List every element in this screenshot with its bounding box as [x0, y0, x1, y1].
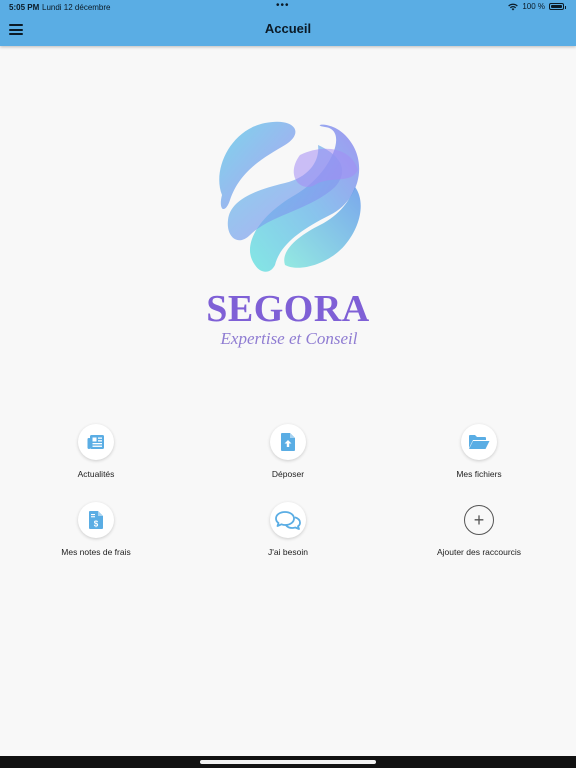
svg-text:$: $ [94, 520, 99, 529]
status-right: 100 % [508, 2, 566, 11]
shortcut-deposer[interactable]: Déposer [208, 424, 368, 479]
battery-percentage: 100 % [522, 2, 545, 11]
shortcut-label: J'ai besoin [268, 547, 308, 557]
brand-name: SEGORA [206, 288, 370, 330]
add-shortcut-button[interactable]: + Ajouter des raccourcis [399, 502, 559, 557]
file-upload-icon [270, 424, 306, 460]
home-indicator[interactable] [200, 760, 376, 764]
shortcut-notes-de-frais[interactable]: $ Mes notes de frais [16, 502, 176, 557]
shortcut-label: Déposer [271, 469, 305, 479]
newspaper-icon [78, 424, 114, 460]
status-time: 5:05 PM [9, 3, 40, 12]
navigation-bar: 5:05 PM Lundi 12 décembre ••• 100 % Accu… [0, 0, 576, 46]
shortcut-label: Ajouter des raccourcis [436, 547, 522, 557]
shortcut-jai-besoin[interactable]: J'ai besoin [208, 502, 368, 557]
shortcut-mes-fichiers[interactable]: Mes fichiers [399, 424, 559, 479]
shortcut-label: Mes fichiers [456, 469, 502, 479]
battery-icon [549, 3, 566, 10]
page-title: Accueil [264, 21, 312, 36]
multitasking-dots[interactable]: ••• [276, 0, 290, 11]
shortcut-label: Mes notes de frais [61, 547, 131, 557]
status-date: Lundi 12 décembre [42, 3, 111, 12]
brand-tagline: Expertise et Conseil [220, 329, 358, 348]
shortcut-actualites[interactable]: Actualités [16, 424, 176, 479]
expense-file-icon: $ [78, 502, 114, 538]
plus-icon: + [464, 505, 494, 535]
wifi-icon [508, 3, 519, 10]
shortcut-label: Actualités [77, 469, 115, 479]
folder-open-icon [461, 424, 497, 460]
chat-bubbles-icon [270, 502, 306, 538]
